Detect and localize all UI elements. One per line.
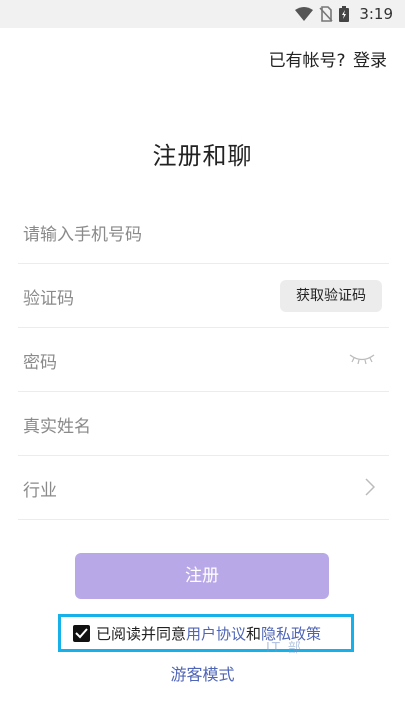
verification-code-field[interactable]: 验证码 获取验证码 bbox=[18, 264, 389, 328]
realname-field[interactable]: 真实姓名 bbox=[18, 392, 389, 456]
login-text[interactable]: 登录 bbox=[353, 51, 387, 71]
battery-charging-icon bbox=[339, 6, 350, 22]
industry-selector[interactable]: 行业 bbox=[18, 456, 389, 520]
status-bar: 3:19 bbox=[0, 0, 405, 28]
realname-placeholder: 真实姓名 bbox=[23, 417, 91, 437]
agreement-and: 和 bbox=[246, 624, 262, 643]
phone-placeholder: 请输入手机号码 bbox=[23, 225, 142, 245]
eye-closed-icon[interactable] bbox=[349, 352, 375, 366]
status-time: 3:19 bbox=[359, 5, 393, 23]
login-link[interactable]: 已有帐号? 登录 bbox=[269, 46, 387, 71]
chevron-right-icon bbox=[365, 478, 375, 496]
wifi-icon bbox=[295, 7, 314, 21]
agreement-row: 已阅读并同意 用户协议 和 隐私政策 bbox=[58, 614, 354, 652]
get-code-button[interactable]: 获取验证码 bbox=[280, 280, 382, 312]
agreement-checkbox[interactable] bbox=[73, 624, 90, 642]
register-button[interactable]: 注册 bbox=[75, 553, 329, 599]
agreement-prefix: 已阅读并同意 bbox=[96, 624, 187, 643]
password-field[interactable]: 密码 bbox=[18, 328, 389, 392]
page-title: 注册和聊 bbox=[152, 142, 253, 170]
industry-placeholder: 行业 bbox=[23, 481, 57, 501]
no-sim-icon bbox=[319, 6, 333, 22]
guest-mode-link[interactable]: 游客模式 bbox=[0, 661, 405, 685]
user-agreement-link[interactable]: 用户协议 bbox=[186, 623, 246, 644]
status-icons: 3:19 bbox=[295, 4, 393, 24]
check-icon bbox=[75, 627, 88, 638]
password-placeholder: 密码 bbox=[23, 353, 57, 373]
phone-field[interactable]: 请输入手机号码 bbox=[18, 200, 389, 264]
code-placeholder: 验证码 bbox=[23, 289, 74, 309]
watermark: IT 部 bbox=[266, 641, 303, 656]
login-question: 已有帐号? bbox=[268, 51, 346, 71]
